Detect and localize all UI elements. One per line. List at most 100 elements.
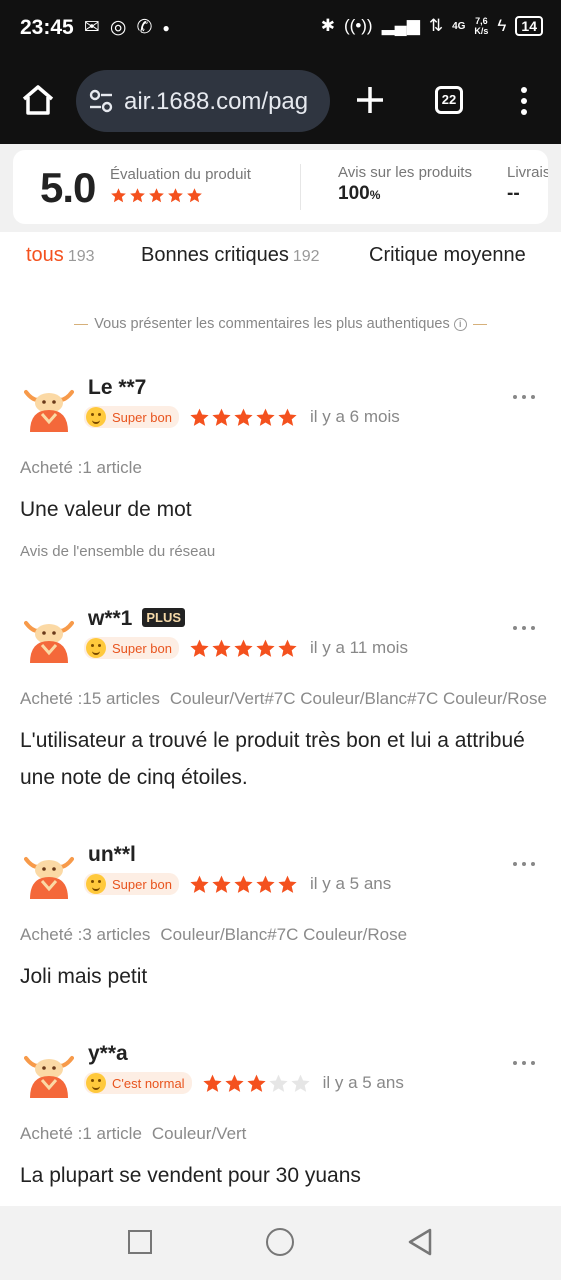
purchase-info: Acheté :1 article Couleur/Vert [20,1124,561,1144]
tab-good-count: 192 [292,248,320,265]
sentiment-label: Super bon [112,640,172,656]
delivery-label: Livraiso [507,164,548,181]
star-icon [149,188,164,203]
charging-icon: ϟ [497,16,507,35]
rating-row: Super bon il y a 5 ans [84,873,391,895]
plus-badge: PLUS [142,608,186,627]
site-settings-icon[interactable] [88,89,114,113]
url-text[interactable]: air.1688.com/pag [124,88,320,116]
more-options-icon[interactable] [513,386,541,399]
avatar [24,621,74,663]
network-type: 4G [452,20,466,32]
reviewer-username: Le **7 [88,376,147,399]
purchase-info: Acheté :3 articles Couleur/Blanc#7C Coule… [20,925,561,945]
star-icon [212,639,231,657]
review-stars [189,407,298,428]
smiley-icon [86,638,106,658]
star-icon [130,188,145,203]
smiley-icon [86,407,106,427]
purchase-count: Acheté :15 articles [20,689,160,708]
score-stars [110,187,203,204]
star-icon [234,875,253,893]
smiley-icon [86,874,106,894]
info-icon[interactable]: i [453,317,467,331]
review-text: Une valeur de mot [20,498,192,521]
rating-row: Super bon il y a 6 mois [84,406,400,428]
purchase-variant: Couleur/Vert [151,1124,247,1143]
new-tab-icon[interactable] [354,84,386,116]
home-icon[interactable] [20,82,56,118]
home-nav-icon[interactable] [266,1228,294,1256]
tab-average-reviews[interactable]: Critique moyenne [369,244,526,267]
rating-row: Super bon il y a 11 mois [84,637,408,659]
star-icon [212,408,231,426]
reviewer-name: w**1 PLUS [88,607,186,631]
gmail-icon: ✉ [84,17,100,38]
star-icon [111,188,126,203]
notice-text: Vous présenter les commentaires les plus… [94,316,450,332]
tab-all[interactable]: tous 193 [26,244,95,267]
review-text: La plupart se vendent pour 30 yuans [20,1164,361,1187]
purchase-variant: Couleur/Blanc#7C Couleur/Rose [160,925,408,944]
star-icon [202,1074,222,1092]
review-item: un**l Super bon il y a 5 ans Acheté :3 arti… [0,843,561,1043]
review-time: il y a 6 mois [310,407,400,426]
review-stars [202,1073,311,1094]
battery-level: 14 [515,16,543,36]
reviewer-name: Le **7 [88,376,146,400]
more-options-icon[interactable] [513,617,541,630]
tab-switcher-button[interactable]: 22 [435,86,463,114]
reviewer-name: y**a [88,1042,128,1066]
star-icon [268,1074,288,1092]
bluetooth-icon: ✱ [320,16,335,35]
tab-good-reviews[interactable]: Bonnes critiques 192 [141,244,320,267]
star-icon [234,408,253,426]
notice-dash-left [74,323,89,325]
star-icon [278,408,297,426]
review-time: il y a 11 mois [310,638,408,657]
star-icon [278,639,297,657]
system-nav-bar [0,1206,561,1280]
authenticity-notice: Vous présenter les commentaires les plus… [0,316,561,332]
review-time: il y a 5 ans [322,1073,404,1092]
rating-summary-card: 5.0 Évaluation du produit Avis sur les p… [13,150,548,224]
recent-apps-icon[interactable] [128,1230,152,1254]
divider [300,164,301,210]
purchase-count: Acheté :1 article [20,458,142,477]
sentiment-label: Super bon [112,876,172,892]
network-speed-unit: K/s [474,26,489,36]
star-icon [190,639,209,657]
review-item: y**a C'est normal il y a 5 ans Acheté :1 ar… [0,1042,561,1206]
notice-dash-right [472,323,487,325]
smiley-icon [86,1073,106,1093]
reviewer-username: un**l [88,843,136,866]
reviews-percent: 100 [338,183,370,204]
delivery-value: -- [507,183,520,204]
star-icon [187,188,202,203]
purchase-count: Acheté :3 articles [20,925,151,944]
data-arrows-icon: ⇅ [428,16,444,35]
tab-average-label: Critique moyenne [369,244,526,266]
overall-score: 5.0 [40,164,96,211]
star-icon [190,875,209,893]
review-item: w**1 PLUS Super bon il y a 11 mois Acheté :1… [0,607,561,807]
reviews-value: 100% [338,183,380,205]
back-icon[interactable] [406,1227,434,1257]
purchase-info: Acheté :15 articles Couleur/Vert#7C Coule… [20,689,561,709]
more-options-icon[interactable] [513,1052,541,1065]
sentiment-badge: Super bon [84,873,179,895]
review-text: L'utilisateur a trouvé le produit très b… [20,729,525,789]
review-source: Avis de l'ensemble du réseau [20,543,216,560]
reviewer-name: un**l [88,843,136,867]
tab-good-label: Bonnes critiques [141,244,289,266]
star-icon [256,639,275,657]
address-bar[interactable]: air.1688.com/pag [76,70,330,132]
more-options-icon[interactable] [513,853,541,866]
review-stars [189,874,298,895]
star-icon [168,188,183,203]
star-icon [212,875,231,893]
whatsapp-icon: ✆ [136,17,153,38]
overflow-menu-icon[interactable] [514,84,534,118]
hotspot-icon: ((•)) [344,16,373,35]
purchase-info: Acheté :1 article [20,458,561,478]
